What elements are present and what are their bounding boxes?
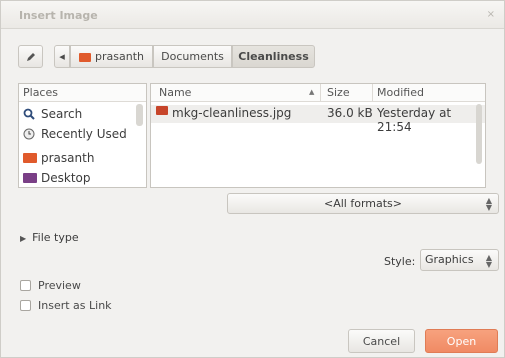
checkbox-box bbox=[20, 279, 31, 291]
pencil-icon bbox=[26, 52, 35, 61]
path-home-button[interactable]: prasanth bbox=[70, 45, 153, 68]
image-file-icon bbox=[156, 106, 168, 115]
expander-triangle-icon: ▶ bbox=[20, 234, 27, 243]
title-bar[interactable]: Insert Image × bbox=[1, 1, 504, 29]
preview-label: Preview bbox=[38, 278, 81, 292]
column-name[interactable]: Name ▲ bbox=[151, 84, 321, 102]
sort-arrow-icon: ▲ bbox=[309, 88, 315, 96]
column-name-label: Name bbox=[159, 86, 192, 99]
path-home-label: prasanth bbox=[95, 50, 144, 63]
preview-checkbox[interactable]: Preview bbox=[20, 278, 81, 292]
path-documents-button[interactable]: Documents bbox=[153, 45, 232, 68]
style-value: Graphics bbox=[425, 253, 474, 266]
file-size: 36.0 kB bbox=[327, 106, 373, 120]
place-label: Recently Used bbox=[41, 127, 127, 141]
style-select[interactable]: Graphics ▲ ▼ bbox=[420, 249, 499, 271]
clock-icon bbox=[23, 128, 35, 140]
file-type-expander[interactable]: ▶ File type bbox=[20, 231, 79, 244]
updown-arrows-icon: ▲ ▼ bbox=[485, 196, 492, 212]
open-button[interactable]: Open bbox=[425, 329, 498, 353]
place-label: prasanth bbox=[41, 151, 95, 165]
checkbox-box bbox=[20, 299, 31, 311]
files-scrollbar[interactable] bbox=[476, 104, 482, 164]
column-size[interactable]: Size bbox=[321, 84, 373, 102]
file-modified: Yesterday at 21:54 bbox=[377, 106, 452, 134]
insert-image-dialog: Insert Image × ◂ prasanth Documents Clea… bbox=[0, 0, 505, 358]
column-modified[interactable]: Modified bbox=[373, 84, 485, 102]
place-desktop[interactable]: Desktop bbox=[23, 170, 91, 186]
file-format-value: <All formats> bbox=[324, 197, 402, 210]
search-icon bbox=[23, 108, 35, 120]
places-header: Places bbox=[19, 84, 146, 102]
updown-arrows-icon: ▲ ▼ bbox=[485, 253, 492, 269]
home-folder-icon bbox=[79, 53, 91, 62]
places-scrollbar[interactable] bbox=[136, 104, 143, 126]
path-back-button[interactable]: ◂ bbox=[54, 45, 70, 68]
file-row[interactable]: mkg-cleanliness.jpg 36.0 kB Yesterday at… bbox=[151, 105, 485, 134]
style-label: Style: bbox=[384, 255, 416, 268]
path-current-button[interactable]: Cleanliness bbox=[232, 45, 315, 68]
close-icon[interactable]: × bbox=[487, 9, 495, 20]
file-type-label: File type bbox=[32, 231, 79, 244]
place-recently-used[interactable]: Recently Used bbox=[23, 126, 127, 142]
places-pane: Places Search Recently Used prasanth Des… bbox=[18, 83, 147, 188]
cancel-button[interactable]: Cancel bbox=[348, 329, 415, 353]
desktop-icon bbox=[23, 173, 37, 183]
file-name: mkg-cleanliness.jpg bbox=[172, 106, 292, 120]
file-format-select[interactable]: <All formats> ▲ ▼ bbox=[227, 193, 499, 214]
window-title: Insert Image bbox=[19, 9, 98, 22]
home-folder-icon bbox=[23, 153, 37, 163]
place-search[interactable]: Search bbox=[23, 106, 82, 122]
place-label: Search bbox=[41, 107, 83, 121]
insert-as-link-label: Insert as Link bbox=[38, 298, 112, 312]
place-label: Desktop bbox=[41, 171, 91, 185]
insert-as-link-checkbox[interactable]: Insert as Link bbox=[20, 298, 112, 312]
edit-location-button[interactable] bbox=[18, 45, 43, 68]
place-home[interactable]: prasanth bbox=[23, 150, 94, 166]
file-list: Name ▲ Size Modified mkg-cleanliness.jpg… bbox=[150, 83, 486, 188]
